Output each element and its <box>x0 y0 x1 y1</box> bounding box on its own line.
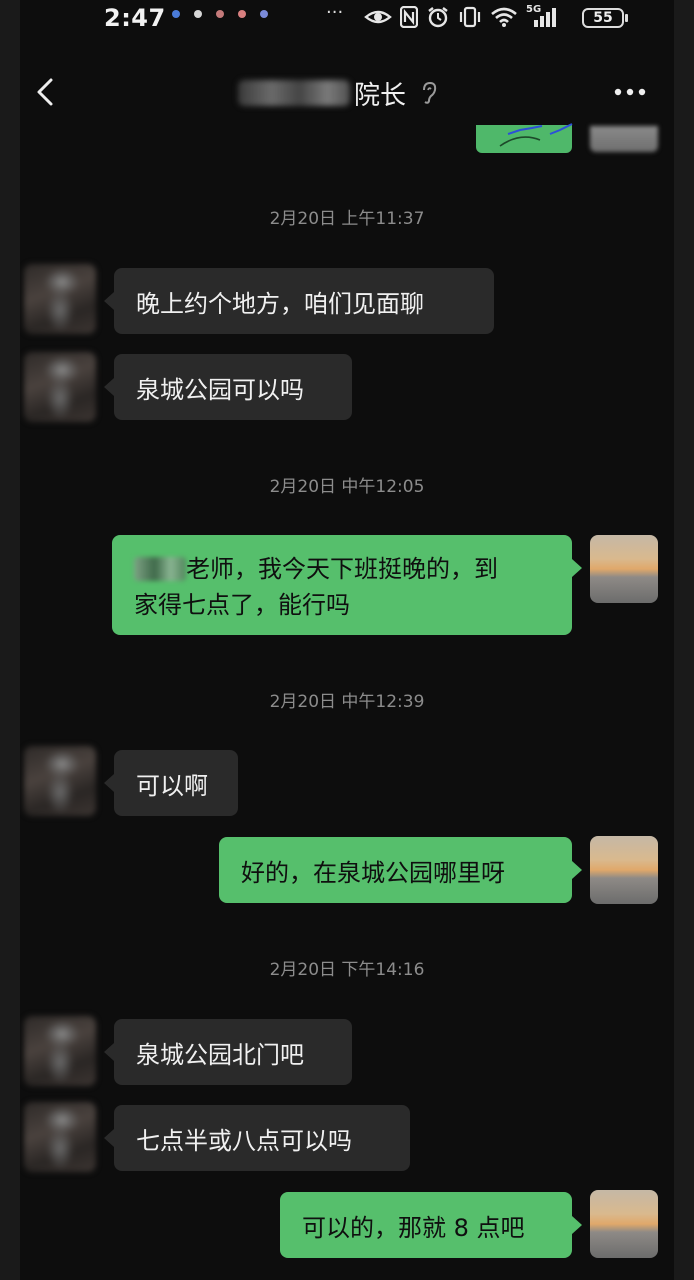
message-bubble-incoming[interactable]: 可以啊 <box>104 750 238 816</box>
vibrate-icon <box>459 6 481 28</box>
status-more: ··· <box>326 2 344 23</box>
avatar[interactable] <box>24 264 96 334</box>
wifi-icon <box>491 7 517 27</box>
battery-tip <box>625 14 628 22</box>
chat-screen: 2:47 ··· 5G 55 院长 2月20日 上午11:37 晚上约个地方，咱… <box>20 0 674 1280</box>
avatar[interactable] <box>24 1102 96 1172</box>
ear-icon <box>423 81 437 104</box>
scribble-mark <box>499 123 573 147</box>
alarm-icon <box>428 7 448 28</box>
notification-dot-icon <box>194 10 202 18</box>
avatar-self[interactable] <box>590 535 658 603</box>
message-bubble-incoming[interactable]: 泉城公园可以吗 <box>104 354 352 420</box>
timestamp: 2月20日 中午12:39 <box>269 692 425 712</box>
notification-dot-icon <box>172 10 180 18</box>
status-bar: 2:47 ··· 5G 55 <box>20 0 674 40</box>
avatar[interactable] <box>24 1016 96 1086</box>
chat-title-text: 院长 <box>354 80 407 111</box>
timestamp: 2月20日 下午14:16 <box>269 960 425 980</box>
avatar-self[interactable] <box>590 1190 658 1258</box>
message-bubble-incoming[interactable]: 晚上约个地方，咱们见面聊 <box>104 268 494 334</box>
message-line: 家得七点了，能行吗 <box>134 591 350 619</box>
status-time: 2:47 <box>104 4 166 32</box>
redacted-name <box>134 557 186 581</box>
avatar-self[interactable] <box>590 836 658 904</box>
notification-dot-icon <box>216 10 224 18</box>
message-text: 老师，我今天下班挺晚的，到 <box>186 555 498 583</box>
message-line: 老师，我今天下班挺晚的，到 <box>134 551 550 587</box>
battery-indicator: 55 <box>582 8 624 28</box>
message-bubble-outgoing[interactable]: 好的，在泉城公园哪里呀 <box>219 837 582 903</box>
avatar[interactable] <box>24 352 96 422</box>
message-bubble-incoming[interactable]: 七点半或八点可以吗 <box>104 1105 410 1171</box>
status-icons: 5G <box>364 4 558 28</box>
chat-title[interactable]: 院长 <box>238 76 438 111</box>
chevron-left-icon[interactable] <box>30 74 60 110</box>
timestamp: 2月20日 上午11:37 <box>269 209 425 229</box>
avatar[interactable] <box>24 746 96 816</box>
more-horizontal-icon[interactable] <box>612 82 648 102</box>
notification-dot-icon <box>260 10 268 18</box>
notification-dot-icon <box>238 10 246 18</box>
timestamp: 2月20日 中午12:05 <box>269 477 425 497</box>
nfc-icon <box>400 6 418 28</box>
avatar-partial[interactable] <box>590 126 658 152</box>
eye-icon <box>364 10 392 24</box>
message-bubble-outgoing[interactable]: 老师，我今天下班挺晚的，到 家得七点了，能行吗 <box>112 535 582 635</box>
redacted-name <box>238 80 350 106</box>
notification-dots <box>172 10 268 18</box>
message-bubble-incoming[interactable]: 泉城公园北门吧 <box>104 1019 352 1085</box>
cellular-signal-icon: 5G <box>526 4 558 28</box>
message-bubble-outgoing[interactable]: 可以的，那就 8 点吧 <box>280 1192 582 1258</box>
